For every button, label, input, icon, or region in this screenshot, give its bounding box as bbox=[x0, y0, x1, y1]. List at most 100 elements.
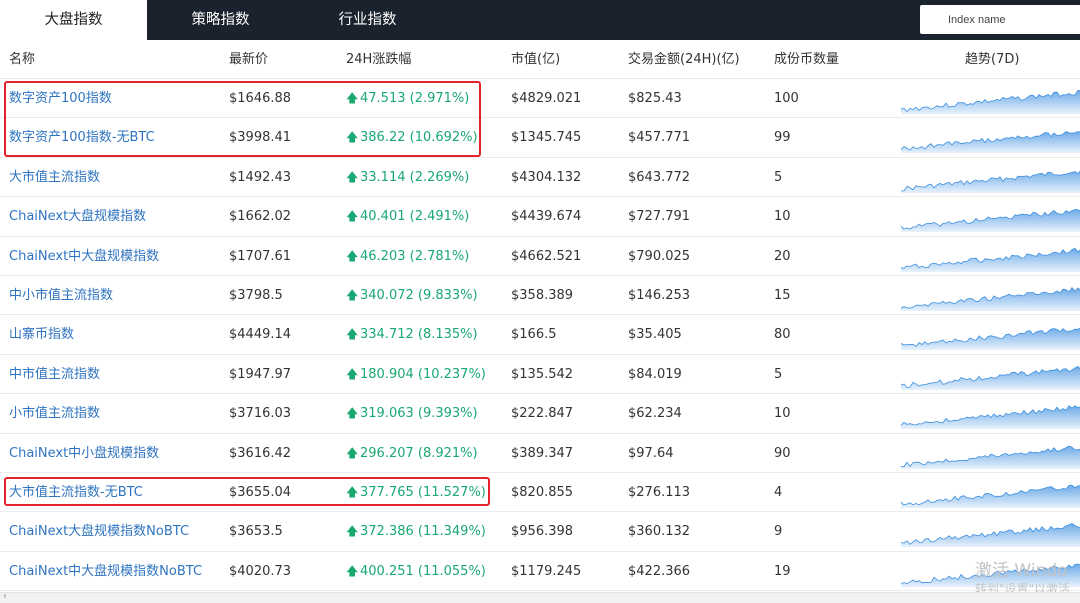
sparkline-area bbox=[901, 247, 1080, 272]
market-cap: $1345.745 bbox=[511, 130, 582, 146]
table-row[interactable]: ChaiNext中大盘规模指数NoBTC $4020.73 🡅 400.251 (11… bbox=[0, 552, 1080, 592]
up-arrow-icon: 🡅 bbox=[346, 484, 359, 499]
index-name-link[interactable]: ChaiNext中小盘规模指数 bbox=[9, 434, 159, 473]
tab-strategy-index[interactable]: 策略指数 bbox=[147, 0, 294, 40]
constituent-count: 19 bbox=[774, 563, 791, 579]
table-row[interactable]: 中市值主流指数 $1947.97 🡅 180.904 (10.237%) $135.54… bbox=[0, 355, 1080, 395]
trend-sparkline-7d bbox=[901, 445, 1080, 469]
col-trend-header: 趋势(7D) bbox=[965, 52, 1020, 67]
change-24h: 319.063 (9.393%) bbox=[360, 406, 478, 422]
activation-watermark-title: 激活 Windo bbox=[975, 561, 1068, 581]
trend-sparkline-7d bbox=[901, 484, 1080, 508]
table-row[interactable]: 小市值主流指数 $3716.03 🡅 319.063 (9.393%) $222.847… bbox=[0, 394, 1080, 434]
market-cap: $4829.021 bbox=[511, 91, 582, 106]
change-24h: 40.401 (2.491%) bbox=[360, 209, 470, 225]
table-row[interactable]: 数字资产100指数-无BTC $3998.41 🡅 386.22 (10.692%) $… bbox=[0, 118, 1080, 158]
change-24h: 46.203 (2.781%) bbox=[360, 248, 470, 264]
up-arrow-icon: 🡅 bbox=[346, 91, 359, 105]
up-arrow-icon: 🡅 bbox=[346, 248, 359, 263]
trend-sparkline-7d bbox=[901, 523, 1080, 548]
horizontal-scrollbar[interactable]: ‹ bbox=[0, 591, 1080, 603]
trade-volume-24h: $97.64 bbox=[628, 445, 674, 461]
index-name-link[interactable]: ChaiNext大盘规模指数 bbox=[9, 197, 146, 236]
table-row[interactable]: ChaiNext中大盘规模指数 $1707.61 🡅 46.203 (2.781%) $… bbox=[0, 237, 1080, 276]
col-volume-header[interactable]: 交易金额(24H)(亿) bbox=[628, 40, 740, 79]
trade-volume-24h: $360.132 bbox=[628, 524, 691, 540]
change-24h: 47.513 (2.971%) bbox=[360, 91, 470, 106]
table-header: 名称 最新价 24H涨跌幅 市值(亿) 交易金额(24H)(亿) 成份币数量 趋… bbox=[0, 40, 1080, 79]
tab-industry-index[interactable]: 行业指数 bbox=[294, 0, 441, 40]
col-count-header[interactable]: 成份币数量 bbox=[774, 40, 839, 79]
market-cap: $4662.521 bbox=[511, 248, 582, 264]
trend-sparkline-7d bbox=[901, 89, 1080, 114]
latest-price: $1662.02 bbox=[229, 209, 292, 225]
trade-volume-24h: $457.771 bbox=[628, 130, 691, 146]
market-cap: $4304.132 bbox=[511, 169, 582, 185]
market-cap: $956.398 bbox=[511, 524, 574, 540]
up-arrow-icon: 🡅 bbox=[346, 406, 359, 421]
table-row[interactable]: 大市值主流指数 $1492.43 🡅 33.114 (2.269%) $4304.132… bbox=[0, 158, 1080, 198]
market-cap: $222.847 bbox=[511, 406, 574, 422]
trade-volume-24h: $146.253 bbox=[628, 287, 691, 303]
latest-price: $3655.04 bbox=[229, 484, 292, 500]
sparkline-area bbox=[901, 445, 1080, 469]
trend-sparkline-7d bbox=[901, 131, 1080, 154]
trade-volume-24h: $790.025 bbox=[628, 248, 691, 264]
trade-volume-24h: $35.405 bbox=[628, 327, 682, 343]
latest-price: $1707.61 bbox=[229, 248, 292, 264]
change-24h: 400.251 (11.055%) bbox=[360, 563, 486, 579]
constituent-count: 9 bbox=[774, 524, 783, 540]
market-cap: $166.5 bbox=[511, 327, 557, 343]
market-cap: $358.389 bbox=[511, 287, 574, 303]
constituent-count: 100 bbox=[774, 91, 799, 106]
latest-price: $1947.97 bbox=[229, 366, 292, 382]
constituent-count: 10 bbox=[774, 209, 791, 225]
table-row[interactable]: 中小市值主流指数 $3798.5 🡅 340.072 (9.833%) $358.389… bbox=[0, 276, 1080, 316]
index-name-link[interactable]: 小市值主流指数 bbox=[9, 394, 100, 433]
table-row[interactable]: 大市值主流指数-无BTC $3655.04 🡅 377.765 (11.527%) $8… bbox=[0, 473, 1080, 513]
up-arrow-icon: 🡅 bbox=[346, 563, 359, 578]
index-name-link[interactable]: 山寨币指数 bbox=[9, 315, 74, 354]
col-name-header[interactable]: 名称 bbox=[9, 40, 35, 79]
change-24h: 334.712 (8.135%) bbox=[360, 327, 478, 343]
col-change-header[interactable]: 24H涨跌幅 bbox=[346, 40, 411, 79]
index-name-link[interactable]: 中小市值主流指数 bbox=[9, 276, 113, 315]
index-name-link[interactable]: 大市值主流指数 bbox=[9, 158, 100, 197]
up-arrow-icon: 🡅 bbox=[346, 169, 359, 184]
up-arrow-icon: 🡅 bbox=[346, 524, 359, 539]
table-row[interactable]: 数字资产100指数 $1646.88 🡅 47.513 (2.971%) $4829.0… bbox=[0, 79, 1080, 119]
trend-sparkline-7d bbox=[901, 327, 1080, 351]
col-mcap-header[interactable]: 市值(亿) bbox=[511, 40, 560, 79]
index-name-link[interactable]: ChaiNext中大盘规模指数NoBTC bbox=[9, 552, 202, 591]
chevron-left-icon[interactable]: ‹ bbox=[3, 591, 7, 602]
up-arrow-icon: 🡅 bbox=[346, 209, 359, 224]
constituent-count: 15 bbox=[774, 287, 791, 303]
trade-volume-24h: $422.366 bbox=[628, 563, 691, 579]
sparkline-area bbox=[901, 170, 1080, 193]
market-cap: $1179.245 bbox=[511, 563, 582, 579]
index-name-link[interactable]: ChaiNext大盘规模指数NoBTC bbox=[9, 512, 189, 551]
table-row[interactable]: ChaiNext大盘规模指数 $1662.02 🡅 40.401 (2.491%) $4… bbox=[0, 197, 1080, 237]
tab-market-index[interactable]: 大盘指数 bbox=[0, 0, 147, 40]
index-name-link[interactable]: ChaiNext中大盘规模指数 bbox=[9, 237, 159, 276]
index-name-link[interactable]: 数字资产100指数-无BTC bbox=[9, 118, 155, 157]
table-row[interactable]: ChaiNext大盘规模指数NoBTC $3653.5 🡅 372.386 (11.3… bbox=[0, 512, 1080, 552]
trend-sparkline-7d bbox=[901, 247, 1080, 272]
index-name-link[interactable]: 大市值主流指数-无BTC bbox=[9, 473, 143, 512]
table-row[interactable]: 山寨币指数 $4449.14 🡅 334.712 (8.135%) $166.5 $35.… bbox=[0, 315, 1080, 355]
constituent-count: 4 bbox=[774, 484, 783, 500]
table-row[interactable]: ChaiNext中小盘规模指数 $3616.42 🡅 296.207 (8.921%)… bbox=[0, 434, 1080, 473]
change-24h: 377.765 (11.527%) bbox=[360, 484, 486, 500]
constituent-count: 99 bbox=[774, 130, 791, 146]
latest-price: $1492.43 bbox=[229, 169, 292, 185]
latest-price: $3716.03 bbox=[229, 406, 292, 422]
latest-price: $3653.5 bbox=[229, 524, 283, 540]
col-price-header[interactable]: 最新价 bbox=[229, 40, 268, 79]
market-cap: $4439.674 bbox=[511, 209, 582, 225]
index-search-input[interactable] bbox=[920, 5, 1080, 34]
up-arrow-icon: 🡅 bbox=[346, 445, 359, 460]
trend-sparkline-7d bbox=[901, 365, 1080, 390]
sparkline-area bbox=[901, 485, 1080, 508]
index-name-link[interactable]: 中市值主流指数 bbox=[9, 355, 100, 394]
index-name-link[interactable]: 数字资产100指数 bbox=[9, 79, 112, 118]
